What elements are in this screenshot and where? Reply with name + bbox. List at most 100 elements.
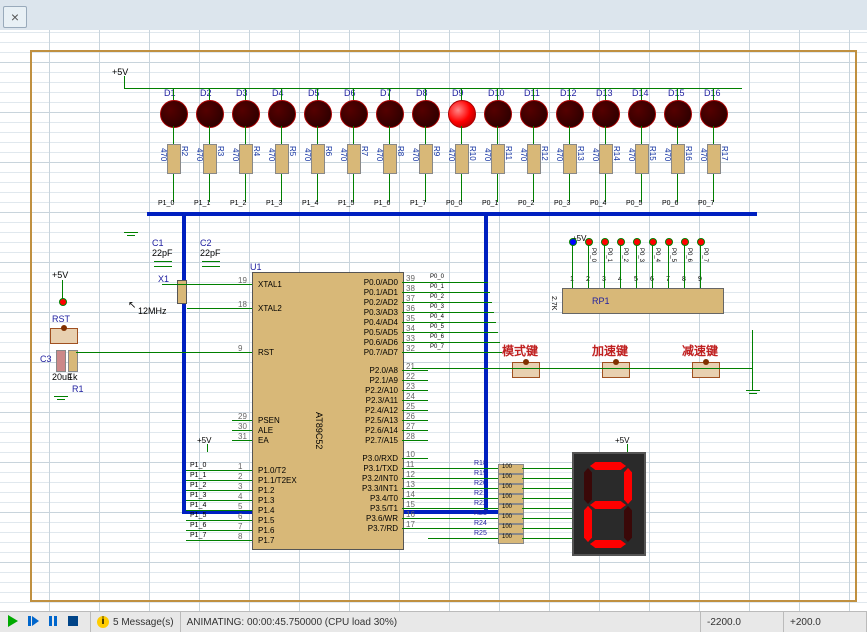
messages-text[interactable]: 5 Message(s): [113, 617, 174, 628]
net-label: P1_4: [302, 200, 318, 207]
resistor: [527, 144, 541, 174]
resistor: [635, 144, 649, 174]
gnd-caps: [124, 232, 138, 240]
net-label: P0_3: [554, 200, 570, 207]
resistor: [671, 144, 685, 174]
sheet-border: +5V /* generated below via cloning patte…: [30, 50, 857, 602]
c1-name: C1: [152, 238, 164, 248]
led: [340, 100, 368, 128]
power-label-2: +5V: [52, 270, 68, 280]
rp1-val: 2.7K: [550, 296, 557, 310]
seg-b: [624, 468, 632, 504]
resistor: [203, 144, 217, 174]
resistor: [239, 144, 253, 174]
anim-status: ANIMATING: 00:00:45.750000 (CPU load 30%…: [181, 612, 701, 632]
gnd-rst: [54, 396, 68, 404]
step-icon[interactable]: [26, 614, 42, 630]
net-label: P1_6: [374, 200, 390, 207]
c1-val: 22pF: [152, 248, 173, 258]
seven-segment-display: [572, 452, 646, 556]
resistor: [347, 144, 361, 174]
cursor-arrow: ↖: [128, 300, 136, 311]
resistor: [707, 144, 721, 174]
bus-right: [484, 212, 488, 512]
schematic-canvas[interactable]: +5V /* generated below via cloning patte…: [0, 30, 867, 612]
probe: [59, 298, 67, 306]
btn-up-label: 加速键: [592, 342, 628, 359]
led: [412, 100, 440, 128]
bus-left: [182, 212, 186, 512]
net-label: P0_5: [626, 200, 642, 207]
rp1-name: RP1: [592, 296, 610, 306]
cap-c1: [154, 258, 172, 270]
net-label: P0_0: [446, 200, 462, 207]
mode-button[interactable]: [512, 362, 540, 378]
rst-button[interactable]: [50, 328, 78, 344]
led: [484, 100, 512, 128]
net-label: P1_3: [266, 200, 282, 207]
cap-c3: [56, 350, 66, 372]
bus-top: [147, 212, 757, 216]
stop-icon[interactable]: [66, 614, 82, 630]
c2-name: C2: [200, 238, 212, 248]
resistor: [311, 144, 325, 174]
power-label-ea: +5V: [197, 436, 211, 445]
led: [376, 100, 404, 128]
led-label: D11: [524, 88, 540, 98]
chip-name: U1: [250, 262, 262, 272]
r1-val: 1k: [68, 372, 78, 382]
seg-g: [590, 501, 626, 509]
resistor: [599, 144, 613, 174]
resistor: [167, 144, 181, 174]
seg-f: [584, 468, 592, 504]
led: [304, 100, 332, 128]
led: [700, 100, 728, 128]
pause-icon[interactable]: [46, 614, 62, 630]
power-label: +5V: [112, 67, 128, 77]
gnd-buttons: [746, 390, 760, 398]
r1: [68, 350, 78, 372]
c2-val: 22pF: [200, 248, 221, 258]
r1-name: R1: [72, 384, 84, 394]
c3-name: C3: [40, 354, 52, 364]
close-tab-button[interactable]: ×: [3, 6, 27, 28]
seg-e: [584, 506, 592, 542]
coord-y: +200.0: [784, 612, 867, 632]
led: [520, 100, 548, 128]
seg-a: [590, 462, 626, 470]
x1-name: X1: [158, 274, 169, 284]
net-label: P0_1: [482, 200, 498, 207]
status-bar: i 5 Message(s) ANIMATING: 00:00:45.75000…: [0, 611, 867, 632]
x1-val: 12MHz: [138, 306, 167, 316]
led: [196, 100, 224, 128]
seg-d: [590, 540, 626, 548]
rst-label: RST: [52, 314, 70, 324]
resistor: [563, 144, 577, 174]
seg-c: [624, 506, 632, 542]
resistor: [419, 144, 433, 174]
net-label: P0_6: [662, 200, 678, 207]
info-icon: i: [97, 616, 109, 628]
speed-up-button[interactable]: [602, 362, 630, 378]
led: [556, 100, 584, 128]
led: [592, 100, 620, 128]
net-label: P1_0: [158, 200, 174, 207]
cap-c2: [202, 258, 220, 270]
play-icon[interactable]: [6, 614, 22, 630]
net-label: P1_5: [338, 200, 354, 207]
led: [232, 100, 260, 128]
net-label: P1_2: [230, 200, 246, 207]
net-label: P1_1: [194, 200, 210, 207]
net-label: P0_7: [698, 200, 714, 207]
net-label: P0_4: [590, 200, 606, 207]
led: [628, 100, 656, 128]
net-label: P1_7: [410, 200, 426, 207]
speed-down-button[interactable]: [692, 362, 720, 378]
btn-mode-label: 模式键: [502, 342, 538, 359]
resistor: [455, 144, 469, 174]
rp1: [562, 288, 724, 314]
led: [268, 100, 296, 128]
net-label: P0_2: [518, 200, 534, 207]
resistor: [491, 144, 505, 174]
led: [160, 100, 188, 128]
